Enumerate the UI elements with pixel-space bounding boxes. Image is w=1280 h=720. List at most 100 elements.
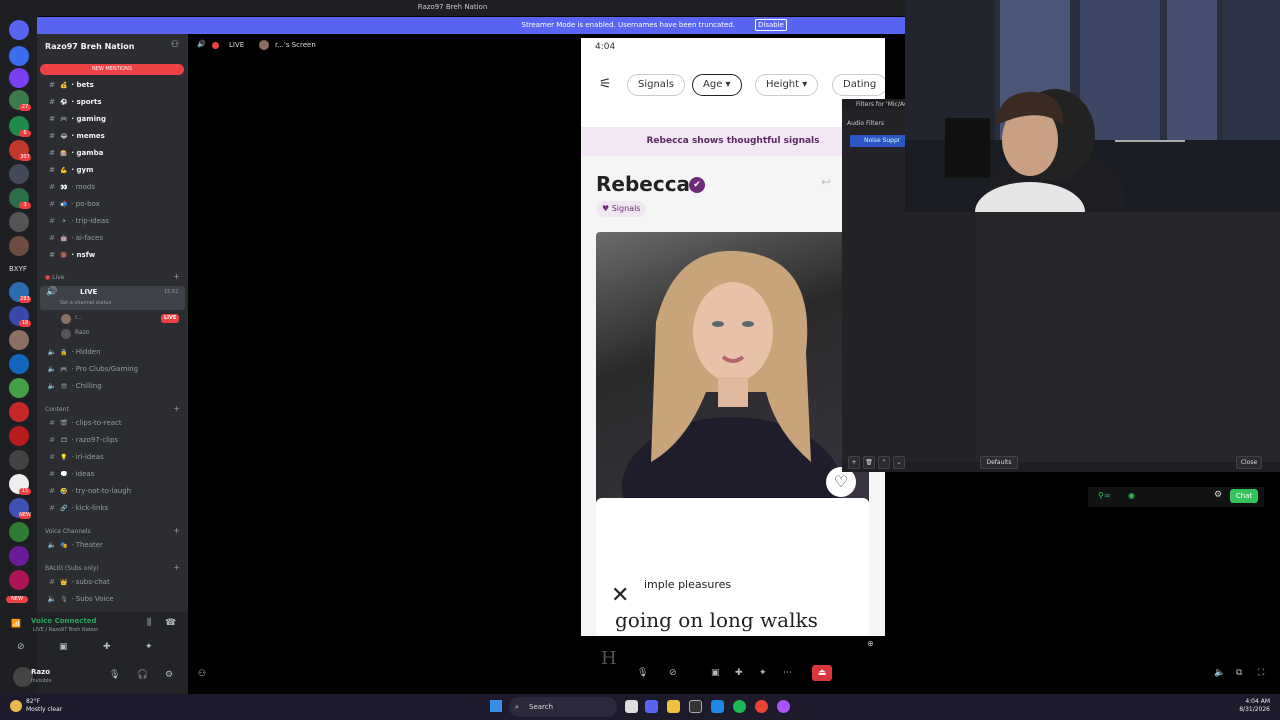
add-filter-button[interactable]: + [848,456,860,469]
add-channel-icon[interactable]: + [173,404,180,413]
file-explorer-icon[interactable] [667,700,680,713]
disconnect-icon[interactable]: ☎ [165,618,176,628]
messenger-icon[interactable] [777,700,790,713]
leave-call-button[interactable]: ⏏ [812,665,832,681]
popout-icon[interactable]: ⧉ [1236,668,1242,678]
settings-gear-icon[interactable]: ⚙ [165,670,173,680]
channel-status-hint[interactable]: Set a channel status [60,300,111,306]
discord-home-icon[interactable] [9,20,29,40]
stream-channel-label[interactable]: LIVE [229,41,244,49]
voice-connected-title[interactable]: Voice Connected [31,617,97,625]
avatar[interactable] [13,667,33,687]
weather-widget[interactable]: 82°F Mostly clear [26,698,62,714]
channel-razo97-clips[interactable]: # 🎞 · razo97-clips [45,434,185,447]
move-up-button[interactable]: ⌃ [878,456,890,469]
noise-suppression-icon[interactable]: ⫼ [147,618,151,628]
channel-gaming[interactable]: # 🎮 · gaming [45,113,185,126]
obs-taskbar-icon[interactable] [689,700,702,713]
spotify-icon[interactable] [733,700,746,713]
activities-icon[interactable]: ✚ [735,668,743,678]
taskbar-search[interactable]: ⌕ Search [509,697,617,717]
channel-nsfw[interactable]: # 🔞 · nsfw [45,249,185,262]
server-text-icon[interactable]: BXYF [9,265,27,273]
disable-streamer-mode-button[interactable]: Disable [755,19,787,31]
add-channel-icon[interactable]: + [173,563,180,572]
link-icon[interactable]: ⚲∞ [1098,491,1111,500]
soundboard-icon[interactable]: ✦ [759,668,767,678]
camera-off-icon[interactable]: ⊘ [669,668,677,678]
volume-icon[interactable]: 🔈 [1214,668,1225,678]
camera-off-icon[interactable]: ⊘ [17,642,25,652]
fullscreen-icon[interactable]: ⛶ [1258,668,1264,678]
server-icon[interactable] [9,236,29,256]
headphones-icon[interactable]: 🎧 [137,670,148,680]
server-icon[interactable] [9,68,29,88]
microphone-icon[interactable]: 🎙 [637,668,648,678]
weather-icon[interactable] [10,700,22,712]
defaults-button[interactable]: Defaults [980,456,1018,469]
server-icon[interactable] [9,378,29,398]
server-icon[interactable] [9,402,29,422]
voice-channel-theater[interactable]: 🔈 🎭 · Theater [45,539,185,552]
soundboard-icon[interactable]: ✦ [145,642,153,652]
discord-taskbar-icon[interactable] [645,700,658,713]
server-name[interactable]: Razo97 Breh Nation [45,42,134,51]
channel-ai-faces[interactable]: # 🤖 · ai-faces [45,232,185,245]
channel-clips-to-react[interactable]: # 🎬 · clips-to-react [45,417,185,430]
noise-suppression-filter-item[interactable]: Noise Suppr [850,135,905,147]
category-voice-channels[interactable]: Voice Channels [45,528,91,535]
move-down-button[interactable]: ⌄ [893,456,905,469]
close-x-icon[interactable]: ✕ [611,583,629,608]
category-content[interactable]: Content [45,406,69,413]
user-add-icon[interactable]: ⚇ [198,669,206,679]
category-subs[interactable]: BALIG (Subs only) [45,565,99,572]
filter-height[interactable]: Height ▾ [755,74,819,96]
channel-sports[interactable]: # ⚽ · sports [45,96,185,109]
server-icon[interactable] [9,450,29,470]
close-button[interactable]: Close [1236,456,1262,469]
mail-icon[interactable] [711,700,724,713]
username[interactable]: Razo [31,668,50,676]
filter-signals[interactable]: Signals [627,74,685,96]
channel-kick-links[interactable]: # 🔗 · kick-links [45,502,185,515]
status-icon[interactable]: ◉ [1128,491,1135,500]
chat-button[interactable]: Chat [1230,489,1258,503]
windows-start-icon[interactable] [490,700,502,712]
voice-connected-subtitle[interactable]: LIVE / Razo97 Breh Nation [33,627,98,633]
settings-gear-icon[interactable]: ⚙ [1214,490,1222,500]
server-icon[interactable] [9,46,29,66]
filter-sliders-icon[interactable]: ⚟ [599,76,612,92]
add-member-icon[interactable]: ⚇ [171,40,179,50]
category-live[interactable]: ● Live [45,274,64,281]
voice-channel-pro-clubs[interactable]: 🔈 🎮 · Pro Clubs/Gaming [45,363,185,376]
channel-gym[interactable]: # 💪 · gym [45,164,185,177]
chrome-icon[interactable] [755,700,768,713]
server-icon[interactable] [9,164,29,184]
channel-po-box[interactable]: # 📬 · po-box [45,198,185,211]
channel-trip-ideas[interactable]: # ✈ · trip-ideas [45,215,185,228]
taskbar-clock[interactable]: 4:04 AM 8/31/2026 [1239,698,1270,714]
profile-photo[interactable]: ♡ [596,232,869,505]
server-icon[interactable] [9,426,29,446]
server-icon[interactable] [9,570,29,590]
add-channel-icon[interactable]: + [173,526,180,535]
zoom-icon[interactable]: ⊕ [867,639,874,648]
more-options-icon[interactable]: ⋯ [783,668,792,678]
filter-dating-intentions[interactable]: Dating In [832,74,885,110]
voice-channel-hidden[interactable]: 🔈 🔒 · Hidden [45,346,185,359]
voice-member[interactable]: Razo [61,328,185,340]
channel-mods[interactable]: # 👀 · mods [45,181,185,194]
undo-icon[interactable]: ↩ [821,175,831,189]
channel-gamba[interactable]: # 🎰 · gamba [45,147,185,160]
microphone-icon[interactable]: 🎙 [109,670,120,680]
server-icon[interactable] [9,330,29,350]
server-icon[interactable] [9,522,29,542]
add-channel-icon[interactable]: + [173,272,180,281]
filter-age[interactable]: Age ▾ [692,74,742,96]
phone-screen-share[interactable]: 4:04 ⚟ Signals Age ▾ Height ▾ Dating In … [581,38,885,636]
activities-icon[interactable]: ✚ [103,642,111,652]
remove-filter-button[interactable]: 🗑 [863,456,875,469]
screen-share-icon[interactable]: ▣ [711,668,720,678]
new-mentions-pill[interactable]: NEW MENTIONS [40,64,184,75]
task-view-icon[interactable] [625,700,638,713]
